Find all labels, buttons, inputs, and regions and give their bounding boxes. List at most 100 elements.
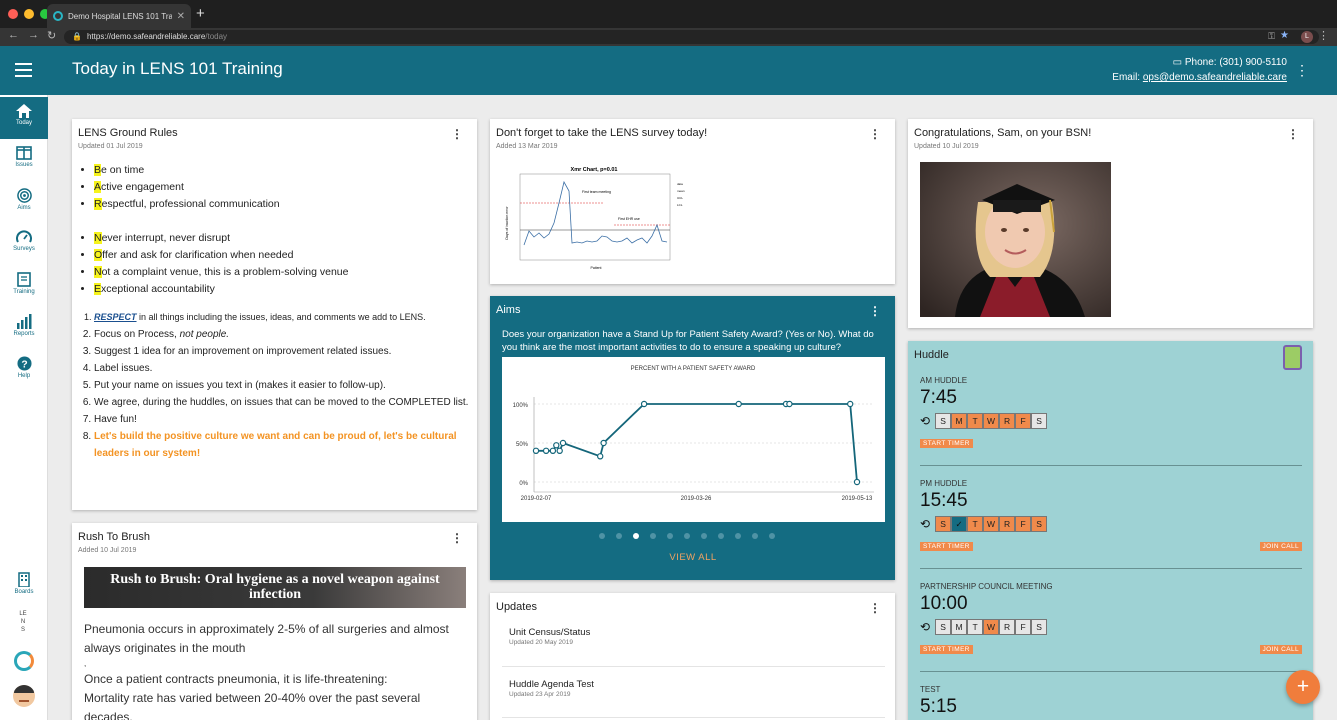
sidebar-item-help[interactable]: ? Help bbox=[0, 349, 48, 391]
back-icon[interactable]: ← bbox=[8, 29, 19, 41]
data-point[interactable] bbox=[559, 439, 567, 447]
carousel-dot[interactable] bbox=[718, 533, 724, 539]
window-controls[interactable] bbox=[8, 9, 50, 19]
carousel-dot[interactable] bbox=[599, 533, 605, 539]
page-title: Today in LENS 101 Training bbox=[72, 59, 283, 78]
new-tab-icon[interactable]: + bbox=[196, 5, 205, 22]
list-item: Focus on Process, not people. bbox=[94, 326, 474, 343]
bookmark-star-icon[interactable]: ★ bbox=[1280, 30, 1289, 41]
url-field[interactable]: 🔒 https://demo.safeandreliable.care/today bbox=[64, 30, 1319, 44]
carousel-dot[interactable] bbox=[633, 533, 639, 539]
huddle-days: ⟲ S ✓ T W R F S bbox=[920, 516, 1302, 532]
day-toggle[interactable]: F bbox=[1015, 413, 1032, 429]
day-toggle[interactable]: T bbox=[967, 619, 984, 635]
profile-avatar[interactable]: L bbox=[1301, 31, 1313, 43]
data-point[interactable] bbox=[786, 400, 793, 408]
day-toggle[interactable]: M bbox=[951, 619, 968, 635]
day-toggle[interactable]: T bbox=[967, 516, 984, 532]
carousel-dot[interactable] bbox=[684, 533, 690, 539]
key-icon[interactable]: ⚿ bbox=[1268, 31, 1275, 42]
data-point[interactable] bbox=[847, 400, 854, 408]
day-toggle[interactable]: T bbox=[967, 413, 984, 429]
browser-menu-icon[interactable]: ⋮ bbox=[1318, 29, 1329, 42]
card-more-icon[interactable]: ⋮ bbox=[451, 531, 463, 545]
join-call-button[interactable]: JOIN CALL bbox=[1259, 542, 1302, 551]
day-toggle-checked[interactable]: ✓ bbox=[951, 516, 968, 532]
minimize-window-button[interactable] bbox=[24, 9, 34, 19]
sidebar-item-reports[interactable]: Reports bbox=[0, 307, 48, 349]
add-fab-button[interactable]: + bbox=[1286, 670, 1320, 704]
xmr-chart-title: Xmr Chart, p=0.01 bbox=[571, 167, 618, 173]
browser-tab[interactable]: Demo Hospital LENS 101 Traini ✕ bbox=[47, 4, 191, 28]
carousel-dot[interactable] bbox=[769, 533, 775, 539]
day-toggle[interactable]: S bbox=[935, 516, 952, 532]
rush-body: Pneumonia occurs in approximately 2-5% o… bbox=[84, 622, 449, 720]
sidebar-item-boards[interactable]: Boards bbox=[0, 565, 48, 607]
day-toggle[interactable]: F bbox=[1015, 619, 1032, 635]
sidebar-item-issues[interactable]: Issues bbox=[0, 139, 48, 181]
start-timer-button[interactable]: START TIMER bbox=[920, 542, 973, 551]
day-toggle[interactable]: S bbox=[935, 619, 952, 635]
data-point[interactable] bbox=[853, 478, 861, 486]
survey-card: Don't forget to take the LENS survey tod… bbox=[490, 119, 895, 284]
sidebar-item-surveys[interactable]: Surveys bbox=[0, 223, 48, 265]
data-point[interactable] bbox=[735, 400, 742, 408]
sidebar-item-aims[interactable]: Aims bbox=[0, 181, 48, 223]
start-timer-button[interactable]: START TIMER bbox=[920, 645, 973, 654]
target-icon bbox=[16, 188, 32, 203]
divider bbox=[502, 666, 885, 667]
card-more-icon[interactable]: ⋮ bbox=[869, 127, 881, 141]
day-toggle[interactable]: M bbox=[951, 413, 968, 429]
join-call-button[interactable]: JOIN CALL bbox=[1259, 645, 1302, 654]
close-tab-icon[interactable]: ✕ bbox=[177, 11, 185, 22]
close-window-button[interactable] bbox=[8, 9, 18, 19]
day-toggle[interactable]: R bbox=[999, 516, 1016, 532]
view-all-button[interactable]: VIEW ALL bbox=[490, 552, 896, 563]
reload-icon[interactable]: ↻ bbox=[47, 29, 56, 42]
carousel-dot[interactable] bbox=[650, 533, 656, 539]
day-toggle[interactable]: R bbox=[999, 413, 1016, 429]
respect-link[interactable]: RESPECT bbox=[94, 312, 137, 322]
data-point[interactable] bbox=[556, 447, 563, 455]
start-timer-button[interactable]: START TIMER bbox=[920, 439, 973, 448]
card-more-icon[interactable]: ⋮ bbox=[869, 304, 881, 318]
day-toggle[interactable]: R bbox=[999, 619, 1016, 635]
card-more-icon[interactable]: ⋮ bbox=[869, 601, 881, 615]
day-toggle[interactable]: W bbox=[983, 516, 1000, 532]
data-point[interactable] bbox=[542, 447, 550, 455]
carousel-dot[interactable] bbox=[735, 533, 741, 539]
card-more-icon[interactable]: ⋮ bbox=[1287, 127, 1299, 141]
day-toggle[interactable]: W bbox=[983, 413, 1000, 429]
card-added: Added 13 Mar 2019 bbox=[496, 143, 558, 150]
data-point[interactable] bbox=[640, 400, 648, 408]
carousel-dot[interactable] bbox=[667, 533, 673, 539]
hamburger-menu-icon[interactable] bbox=[15, 63, 32, 81]
user-avatar[interactable] bbox=[13, 685, 35, 707]
forward-icon[interactable]: → bbox=[28, 29, 39, 41]
sidebar-item-today[interactable]: Today bbox=[0, 97, 48, 139]
day-toggle[interactable]: F bbox=[1015, 516, 1032, 532]
day-toggle[interactable]: S bbox=[1031, 619, 1048, 635]
data-point[interactable] bbox=[600, 439, 607, 447]
phone-icon[interactable] bbox=[1283, 345, 1302, 370]
email-link[interactable]: ops@demo.safeandreliable.care bbox=[1143, 72, 1287, 83]
card-updated: Updated 01 Jul 2019 bbox=[78, 143, 143, 150]
carousel-dot[interactable] bbox=[752, 533, 758, 539]
data-point[interactable] bbox=[553, 442, 560, 449]
y-tick-label: 100% bbox=[513, 403, 529, 409]
card-more-icon[interactable]: ⋮ bbox=[451, 127, 463, 141]
carousel-dot[interactable] bbox=[701, 533, 707, 539]
day-toggle[interactable]: S bbox=[1031, 516, 1048, 532]
update-item[interactable]: Huddle Agenda Test Updated 23 Apr 2019 bbox=[509, 679, 594, 698]
day-toggle[interactable]: W bbox=[983, 619, 1000, 635]
sidebar-item-training[interactable]: Training bbox=[0, 265, 48, 307]
sidebar-item-label: Training bbox=[13, 289, 35, 295]
update-item[interactable]: Unit Census/Status Updated 20 May 2019 bbox=[509, 627, 590, 646]
day-toggle[interactable]: S bbox=[935, 413, 952, 429]
day-toggle[interactable]: S bbox=[1031, 413, 1048, 429]
carousel-dot[interactable] bbox=[616, 533, 622, 539]
header-more-icon[interactable]: ⋮ bbox=[1295, 62, 1309, 79]
data-point[interactable] bbox=[549, 447, 557, 455]
data-point[interactable] bbox=[532, 447, 540, 455]
data-point[interactable] bbox=[596, 453, 604, 460]
